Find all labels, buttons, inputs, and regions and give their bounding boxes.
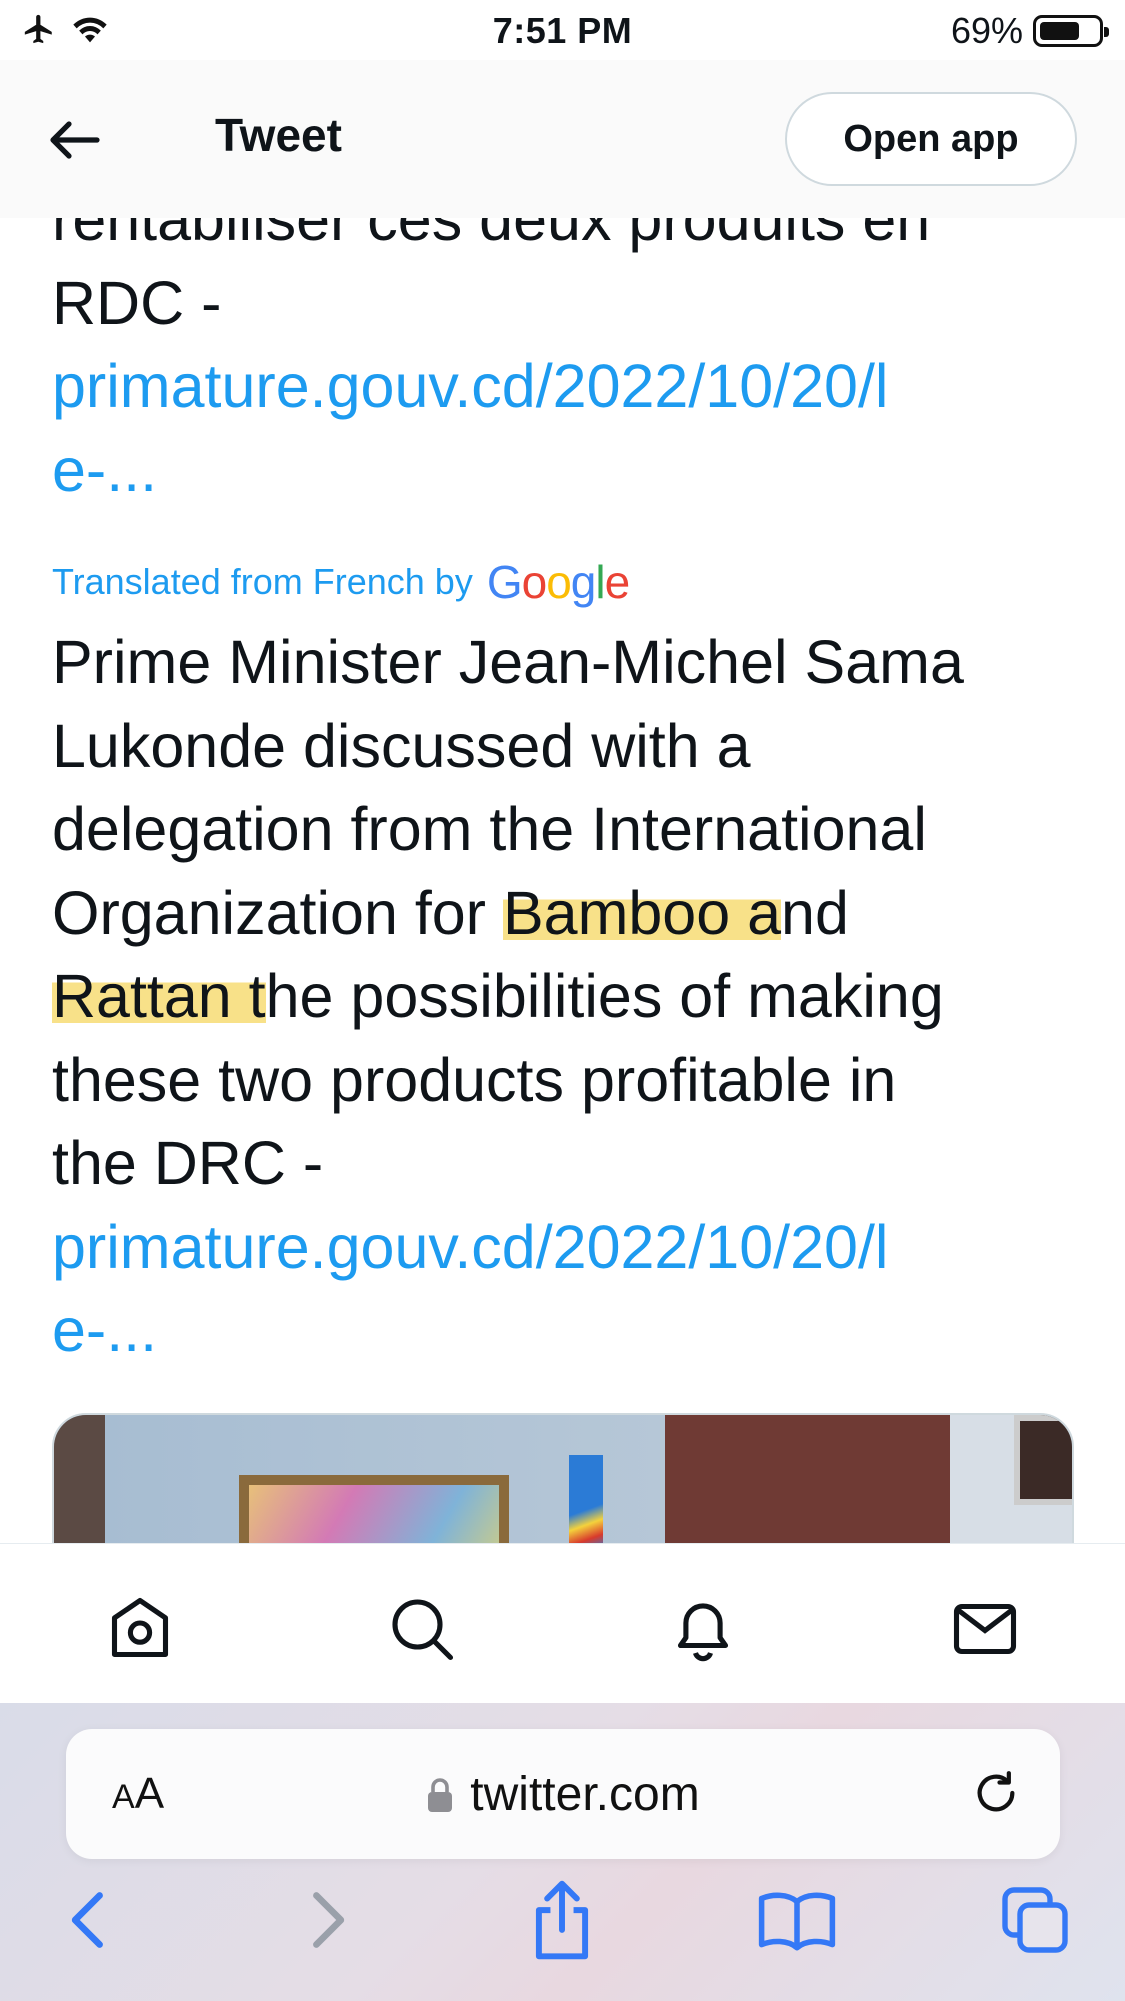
page-title: Tweet [215,109,342,161]
tab-messages[interactable] [948,1592,1022,1666]
browser-bottom-bar: AA twitter.com [0,1703,1125,2001]
text-line: these two products profitable in [52,1045,897,1114]
text-line: Lukonde discussed with a [52,711,751,780]
bookmarks-button[interactable] [752,1875,842,1965]
tweet-content: rentabiliser ces deux produits en RDC - … [0,218,1125,1543]
tweet-photo[interactable] [52,1413,1074,1543]
status-right: 69% [950,10,1109,52]
search-icon [392,1599,454,1661]
arrow-left-icon [50,121,100,159]
text-line: delegation from the International [52,795,927,863]
url-text: twitter.com [470,1768,700,1821]
share-icon [535,1880,589,1960]
chevron-right-icon [313,1892,345,1948]
link-line: primature.gouv.cd/2022/10/20/l [52,352,889,420]
battery-percent: 69% [950,10,1023,51]
tweet-translation: Prime Minister Jean-Michel Sama Lukonde … [52,621,1082,1373]
share-button[interactable] [517,1875,607,1965]
notifications-icon [677,1603,729,1662]
lock-icon [428,1777,453,1812]
text-line: RDC - [52,268,222,337]
book-icon [758,1892,836,1951]
chevron-left-icon [71,1892,103,1948]
text-highlight: Rattan t [52,962,266,1030]
reload-icon [977,1771,1015,1812]
tab-search[interactable] [385,1592,459,1666]
url-display: twitter.com [66,1767,1060,1822]
address-bar[interactable]: AA twitter.com [66,1729,1060,1859]
google-logo: Google [486,556,630,608]
home-icon [111,1597,169,1658]
battery-level [1040,22,1079,40]
text-line: Prime Minister Jean-Michel Sama [52,628,964,696]
translated-by-text: Translated from French by [52,561,473,602]
tabs-button[interactable] [990,1875,1080,1965]
text-line: Organization for Bamboo and [52,878,849,947]
tweet-original-text: rentabiliser ces deux produits en RDC - … [52,218,1082,512]
link-line: primature.gouv.cd/2022/10/20/l [52,1212,889,1281]
translated-by-label[interactable]: Translated from French by Google [52,555,630,609]
back-button[interactable] [45,110,105,170]
tweet-header: Tweet Open app [0,60,1125,218]
text-highlight: Bamboo a [502,878,782,947]
messages-icon [953,1603,1017,1655]
bottom-tab-bar [0,1543,1125,1703]
browser-forward-button[interactable] [285,1875,375,1965]
battery-icon [1033,15,1109,47]
link-line: e-... [52,435,158,504]
status-bar: 7:51 PM 69% [0,0,1125,60]
browser-back-button[interactable] [41,1875,131,1965]
open-app-button[interactable]: Open app [785,92,1077,186]
link-line: e-... [52,1296,158,1364]
text-line: rentabiliser ces deux produits en [52,218,931,253]
tweet-link[interactable]: primature.gouv.cd/2022/10/20/l e-... [52,345,1082,512]
reload-button[interactable] [968,1765,1024,1821]
text-line: Rattan the possibilities of making [52,962,944,1030]
tabs-icon [1002,1887,1068,1953]
tweet-link[interactable]: primature.gouv.cd/2022/10/20/l e-... [52,1206,1082,1373]
tab-notifications[interactable] [666,1592,740,1666]
tab-home[interactable] [103,1592,177,1666]
text-line: the DRC - [52,1129,324,1197]
